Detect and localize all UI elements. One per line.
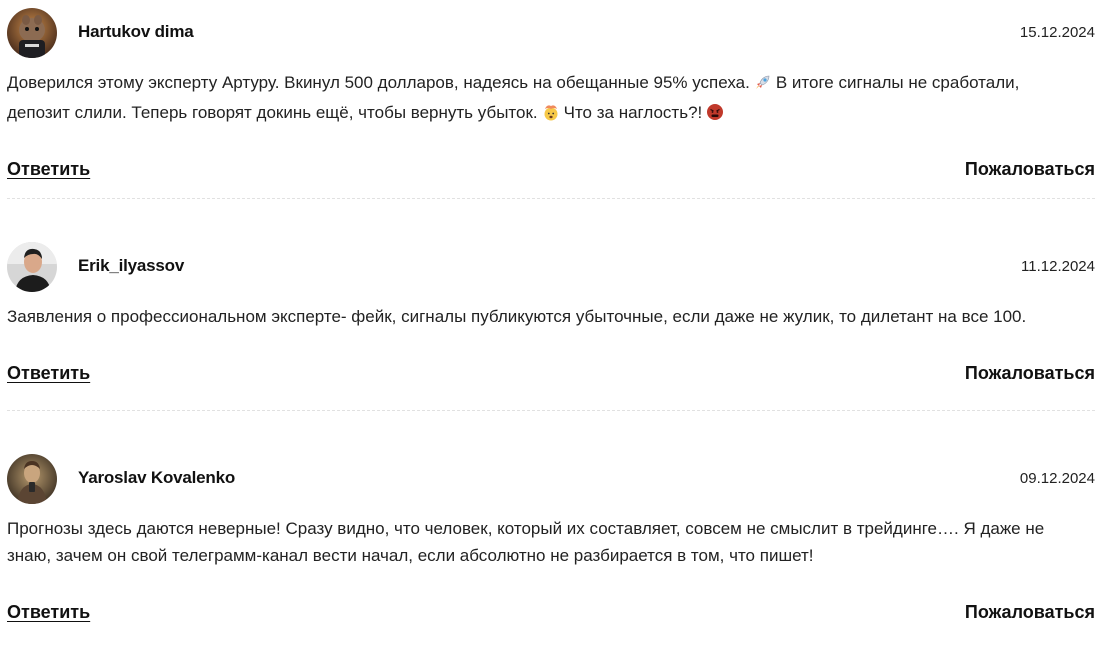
- comment-text: Доверился этому эксперту Артуру. Вкинул …: [7, 69, 1077, 129]
- reply-link[interactable]: Ответить: [7, 602, 90, 623]
- comment-date: 11.12.2024: [1021, 258, 1095, 275]
- report-button[interactable]: Пожаловаться: [965, 159, 1095, 180]
- comments-list: Hartukov dima 15.12.2024 Доверился этому…: [0, 0, 1108, 646]
- comment-text: Заявления о профессиональном эксперте- ф…: [7, 307, 1027, 326]
- comment-divider: [7, 198, 1095, 199]
- comment-author: Erik_ilyassov: [78, 256, 185, 275]
- comment-item: Yaroslav Kovalenko 09.12.2024 Прогнозы з…: [7, 454, 1095, 626]
- exploding-head-icon: [542, 102, 560, 129]
- reply-link[interactable]: Ответить: [7, 159, 90, 180]
- rocket-icon: [754, 72, 772, 99]
- report-button[interactable]: Пожаловаться: [965, 602, 1095, 623]
- avatar[interactable]: [7, 454, 57, 504]
- comment-date: 09.12.2024: [1019, 470, 1095, 487]
- comment-author: Yaroslav Kovalenko: [78, 468, 236, 487]
- avatar[interactable]: [7, 242, 57, 292]
- comment-actions: Ответить Пожаловаться: [7, 602, 1095, 626]
- comment-item: Erik_ilyassov 11.12.2024 Заявления о про…: [7, 242, 1095, 387]
- avatar[interactable]: [7, 8, 57, 58]
- angry-face-icon: [706, 102, 724, 129]
- comment-author: Hartukov dima: [78, 22, 194, 41]
- comment-actions: Ответить Пожаловаться: [7, 363, 1095, 387]
- comment-text: Прогнозы здесь даются неверные! Сразу ви…: [7, 519, 1045, 565]
- comment-date: 15.12.2024: [1019, 24, 1095, 41]
- report-button[interactable]: Пожаловаться: [965, 363, 1095, 384]
- comment-header: Hartukov dima 15.12.2024: [7, 8, 1095, 58]
- reply-link[interactable]: Ответить: [7, 363, 90, 384]
- comment-item: Hartukov dima 15.12.2024 Доверился этому…: [7, 8, 1095, 183]
- comment-actions: Ответить Пожаловаться: [7, 159, 1095, 183]
- comment-text-part: Что за наглость?!: [563, 103, 703, 122]
- comment-header: Erik_ilyassov 11.12.2024: [7, 242, 1095, 292]
- comment-header: Yaroslav Kovalenko 09.12.2024: [7, 454, 1095, 504]
- comment-divider: [7, 410, 1095, 411]
- comment-text-part: Доверился этому эксперту Артуру. Вкинул …: [7, 73, 750, 92]
